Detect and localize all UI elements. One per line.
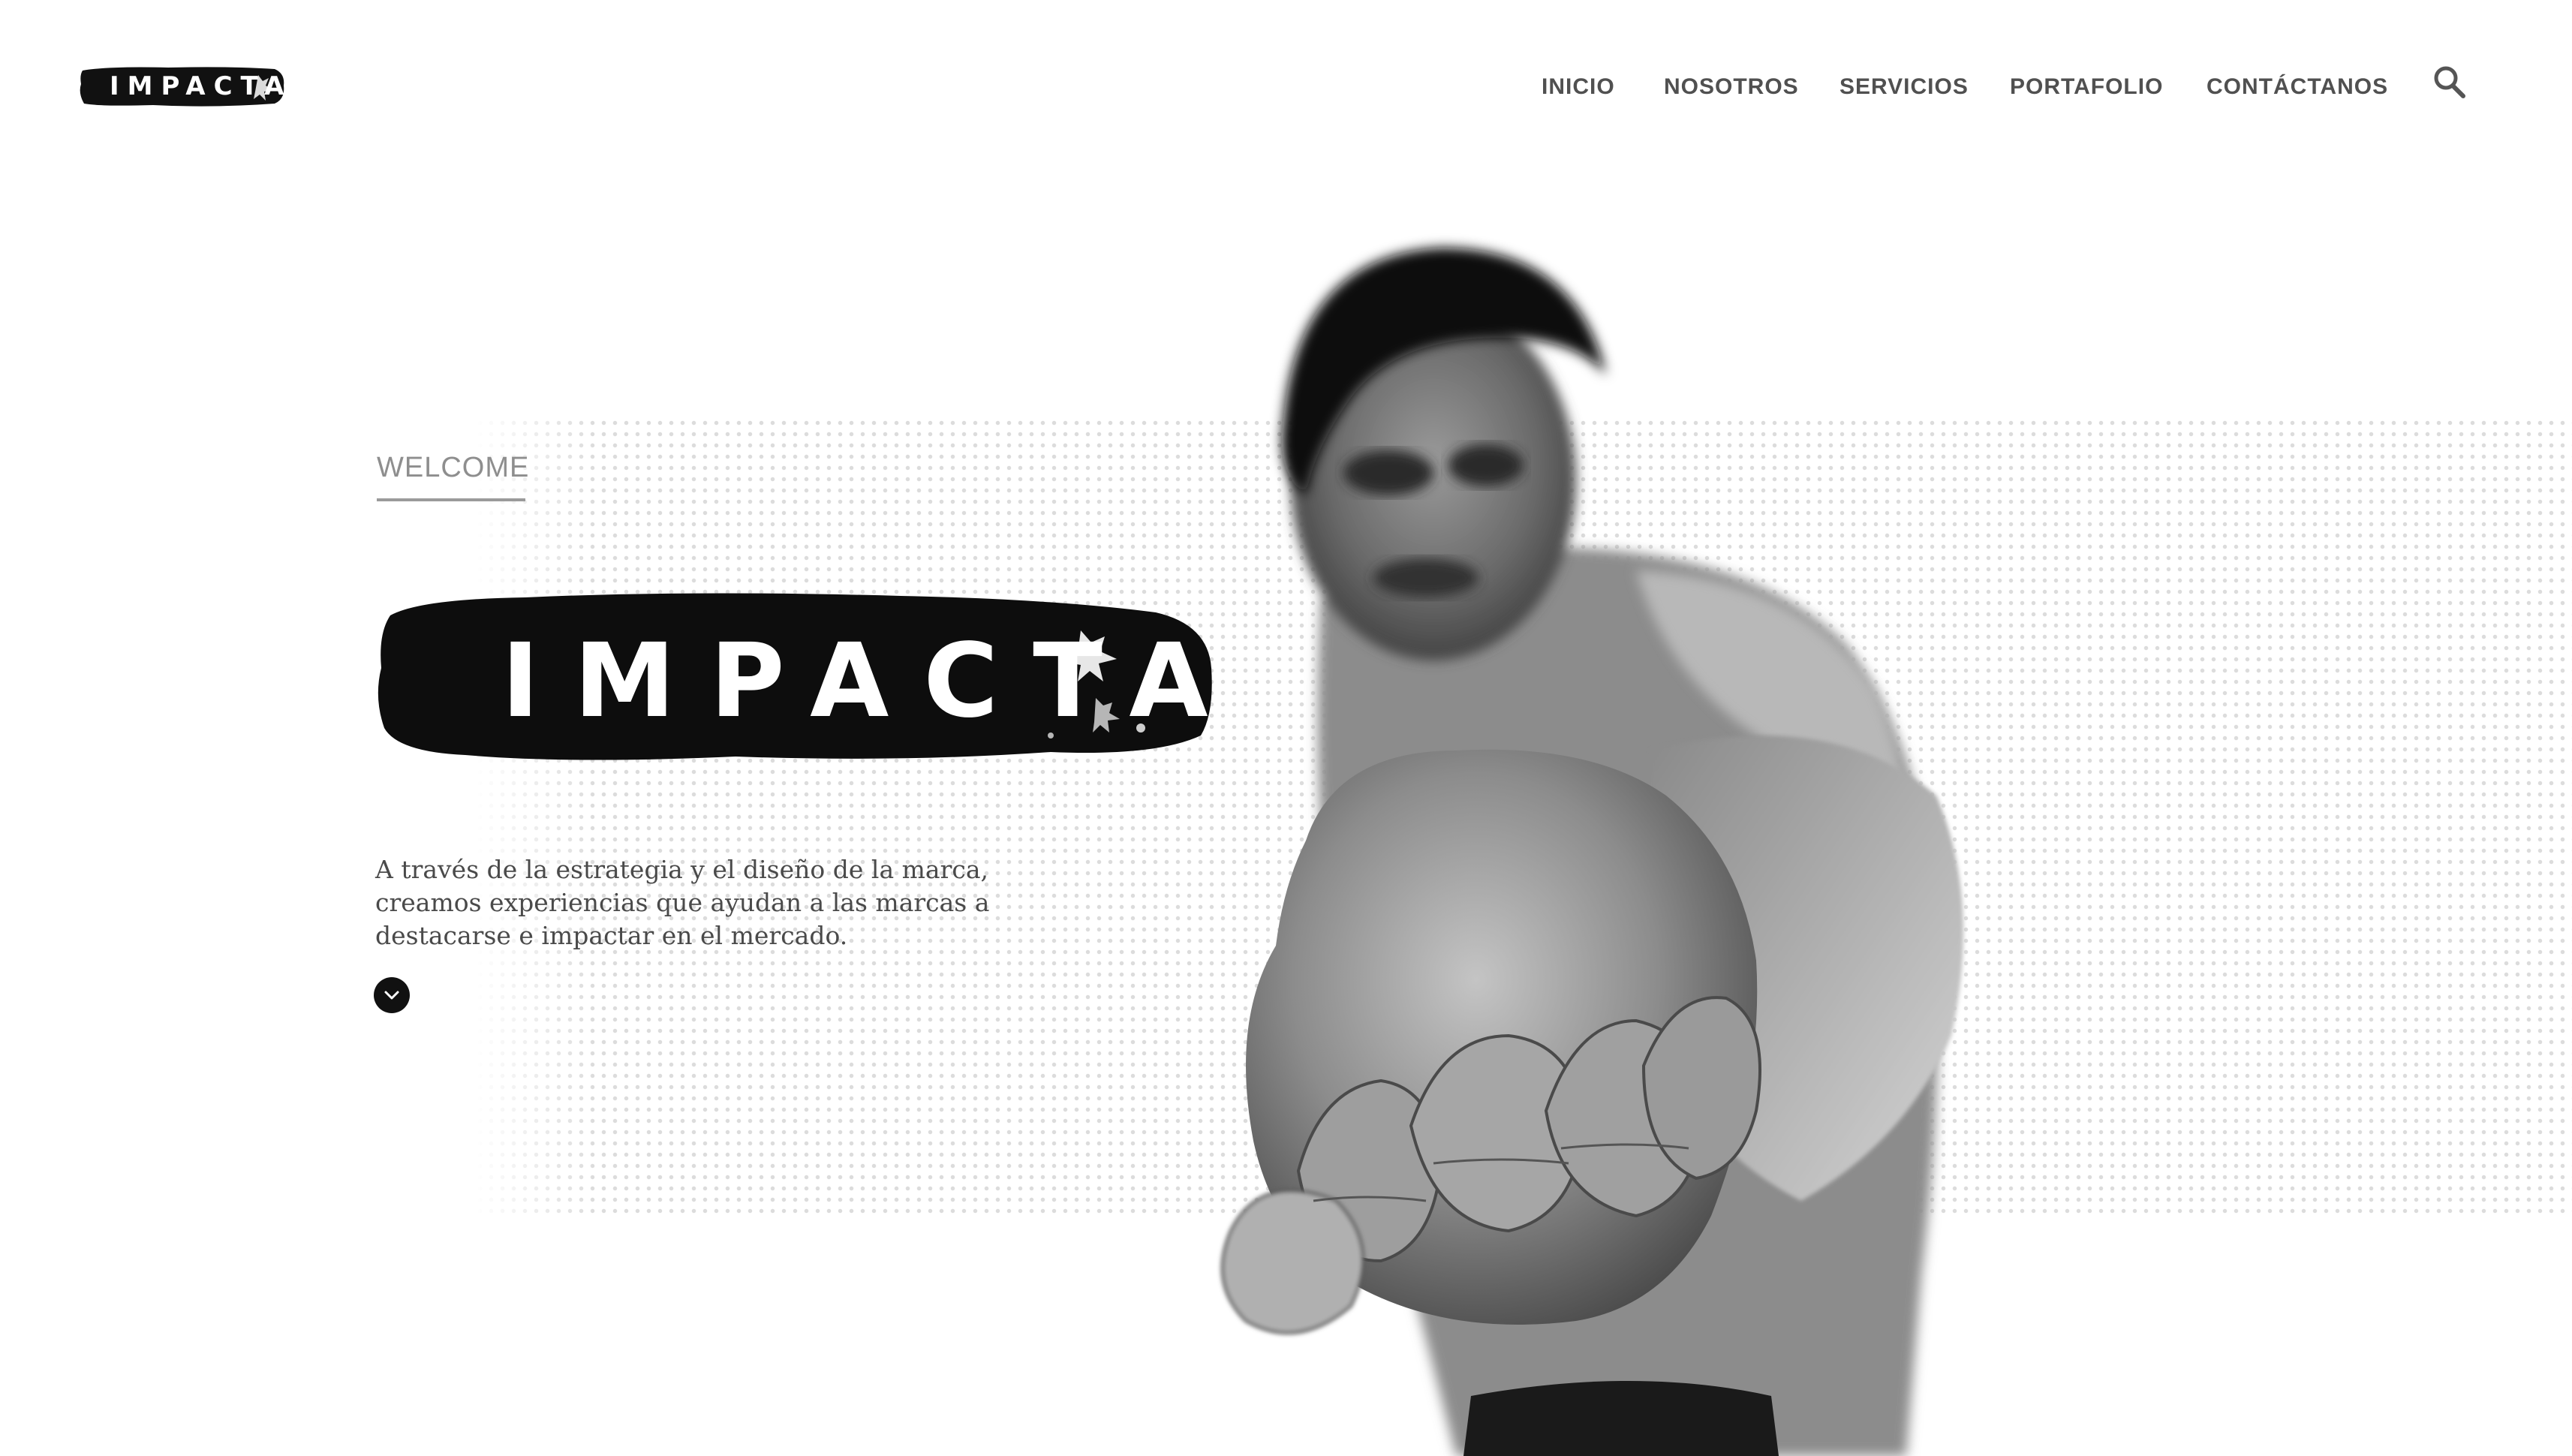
nav-item-servicios[interactable]: SERVICIOS: [1840, 69, 1969, 105]
scroll-down-button[interactable]: [374, 977, 410, 1013]
welcome-eyebrow: WELCOME: [377, 452, 530, 483]
search-icon[interactable]: [2432, 63, 2468, 102]
dot-pattern-fade: [474, 417, 594, 1216]
hero-logo: IMPACTA: [375, 585, 1216, 769]
page: IMPACTA INICIO NOSOTROS SERVICIOS PORTAF…: [0, 0, 2572, 1456]
logo-text: IMPACTA: [110, 71, 293, 101]
site-header: IMPACTA INICIO NOSOTROS SERVICIOS PORTAF…: [0, 0, 2572, 173]
chevron-down-icon: [384, 991, 399, 1000]
hero-description: A través de la estrategia y el diseño de…: [375, 855, 990, 950]
nav-item-nosotros[interactable]: NOSOTROS: [1664, 69, 1799, 105]
welcome-underline: [377, 498, 525, 501]
nav-item-portafolio[interactable]: PORTAFOLIO: [2010, 69, 2163, 105]
nav-item-inicio[interactable]: INICIO: [1542, 69, 1615, 105]
hero-photo: [1186, 225, 2161, 1456]
nav-item-contactanos[interactable]: CONTÁCTANOS: [2207, 69, 2388, 105]
hero-brand-text: IMPACTA: [501, 622, 1243, 741]
logo[interactable]: IMPACTA: [78, 63, 287, 110]
